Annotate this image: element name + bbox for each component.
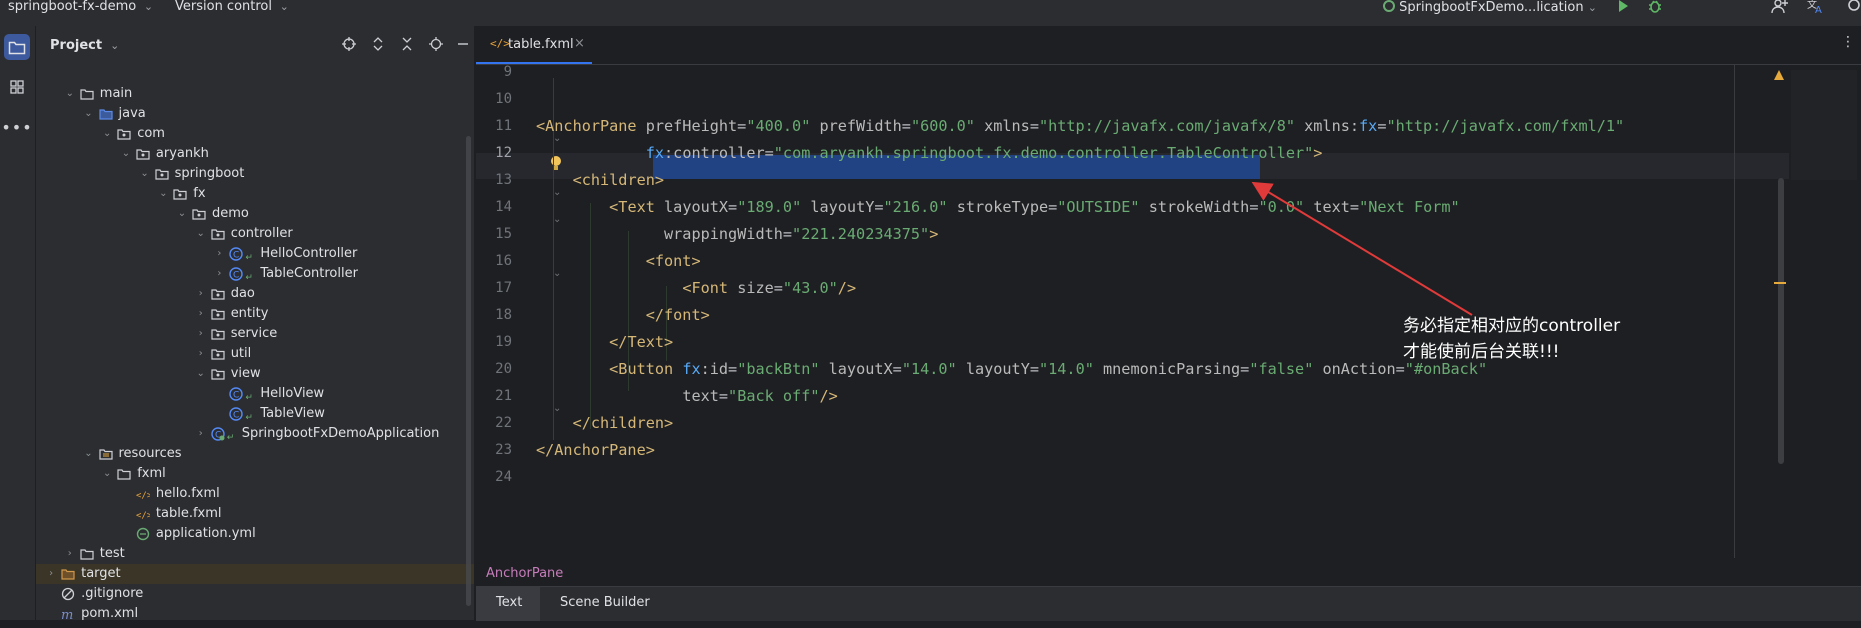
annotation-line-2: 才能使前后台关联!!! bbox=[1403, 342, 1560, 362]
annotation-note: 务必指定相对应的controller 才能使前后台关联!!! bbox=[1403, 313, 1620, 365]
annotation-line-1: 务必指定相对应的controller bbox=[1403, 316, 1621, 336]
annotation-arrow bbox=[1251, 181, 1473, 316]
